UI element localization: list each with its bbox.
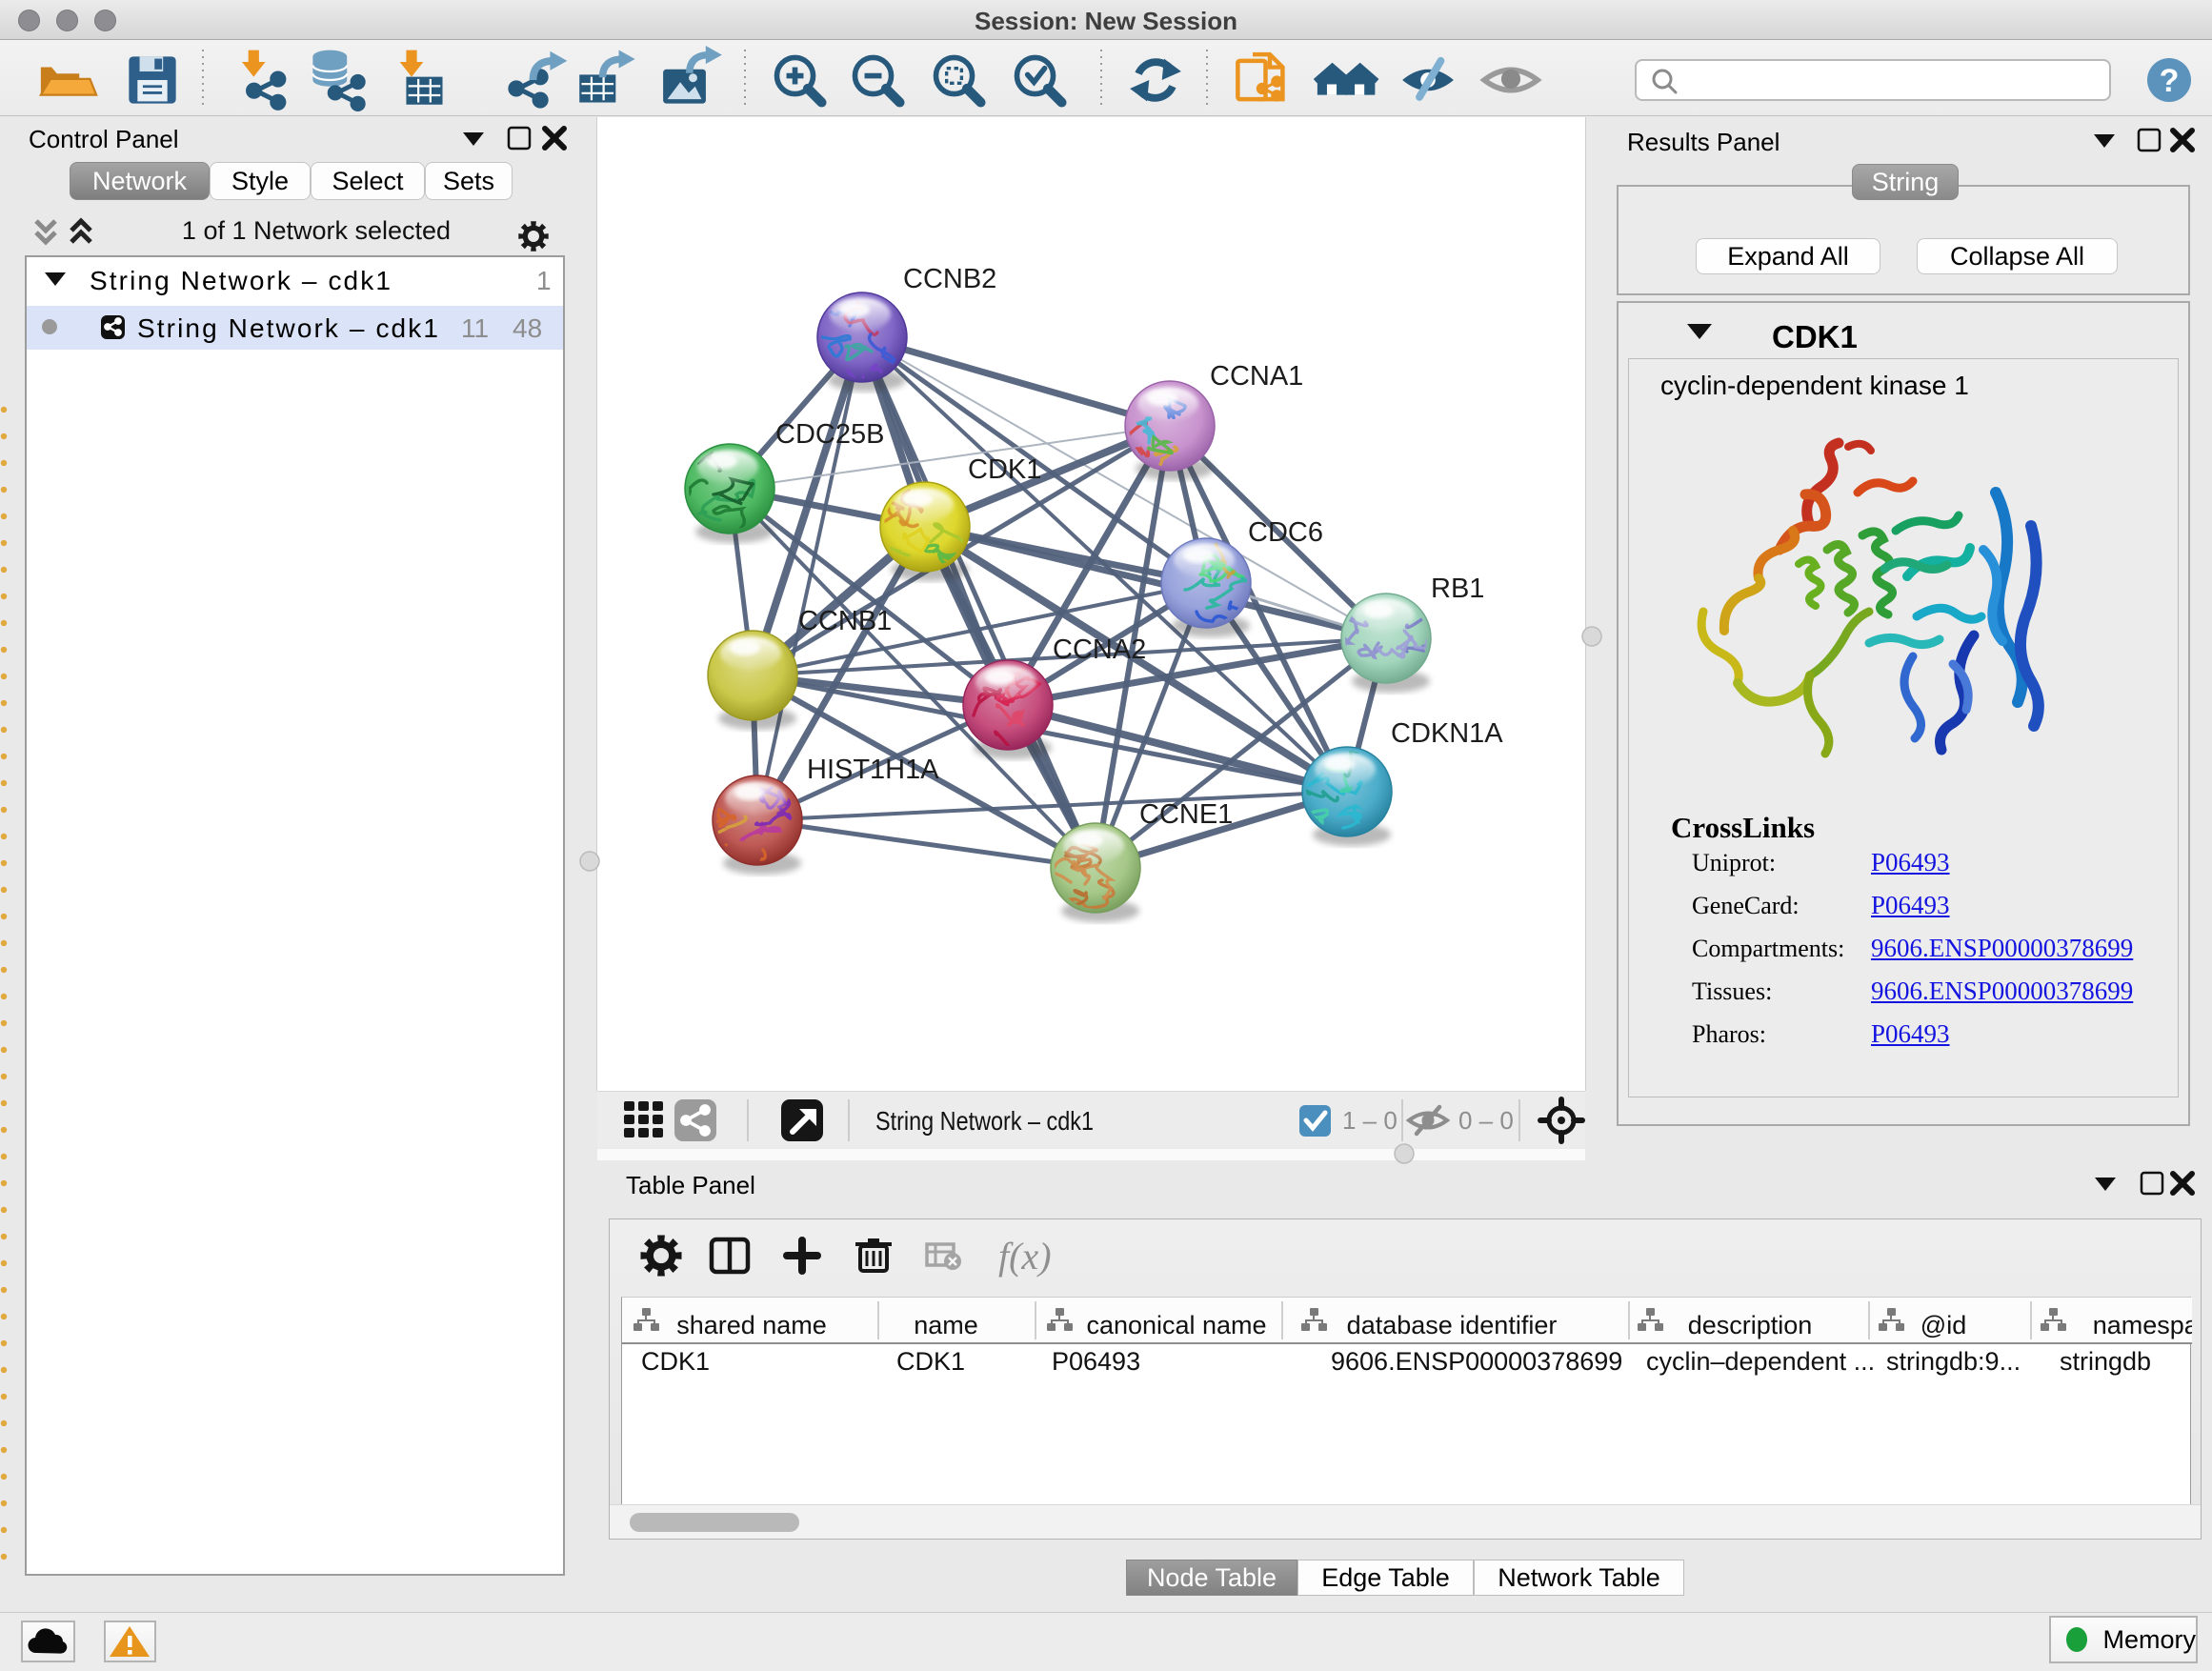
svg-text:CCNE1: CCNE1 [1139,799,1233,830]
svg-text:stringdb:9...: stringdb:9... [1886,1347,2021,1376]
svg-text:CCNA1: CCNA1 [1210,361,1303,392]
svg-text:CDK1: CDK1 [896,1347,965,1376]
svg-text:CCNA2: CCNA2 [1053,634,1146,665]
svg-text:P06493: P06493 [1052,1347,1140,1376]
svg-text:stringdb: stringdb [2060,1347,2151,1376]
svg-text:String Network – cdk1: String Network – cdk1 [875,1106,1094,1136]
svg-text:database identifier: database identifier [1347,1311,1558,1339]
svg-text:0 – 0: 0 – 0 [1458,1106,1514,1135]
svg-text:CDKN1A: CDKN1A [1391,718,1503,749]
svg-text:description: description [1688,1311,1813,1339]
svg-text:1 – 0: 1 – 0 [1342,1106,1398,1135]
svg-text:RB1: RB1 [1431,574,1484,604]
svg-text:9606.ENSP00000378699: 9606.ENSP00000378699 [1331,1347,1622,1376]
svg-text:CCNB2: CCNB2 [903,264,996,294]
svg-text:CCNB1: CCNB1 [798,606,892,636]
svg-text:name: name [914,1311,978,1339]
svg-text:namespac: namespac [2093,1311,2192,1339]
svg-text:CDK1: CDK1 [641,1347,710,1376]
svg-text:canonical name: canonical name [1086,1311,1266,1339]
svg-text:shared name: shared name [676,1311,827,1339]
svg-text:?: ? [2160,63,2180,99]
svg-text:HIST1H1A: HIST1H1A [807,755,939,785]
svg-text:f(x): f(x) [998,1235,1052,1278]
svg-text:CDC25B: CDC25B [775,419,884,450]
svg-text:CDK1: CDK1 [968,454,1041,485]
svg-text:cyclin–dependent ...: cyclin–dependent ... [1646,1347,1875,1376]
svg-text:CDC6: CDC6 [1248,517,1323,548]
svg-text:@id: @id [1920,1311,1966,1339]
